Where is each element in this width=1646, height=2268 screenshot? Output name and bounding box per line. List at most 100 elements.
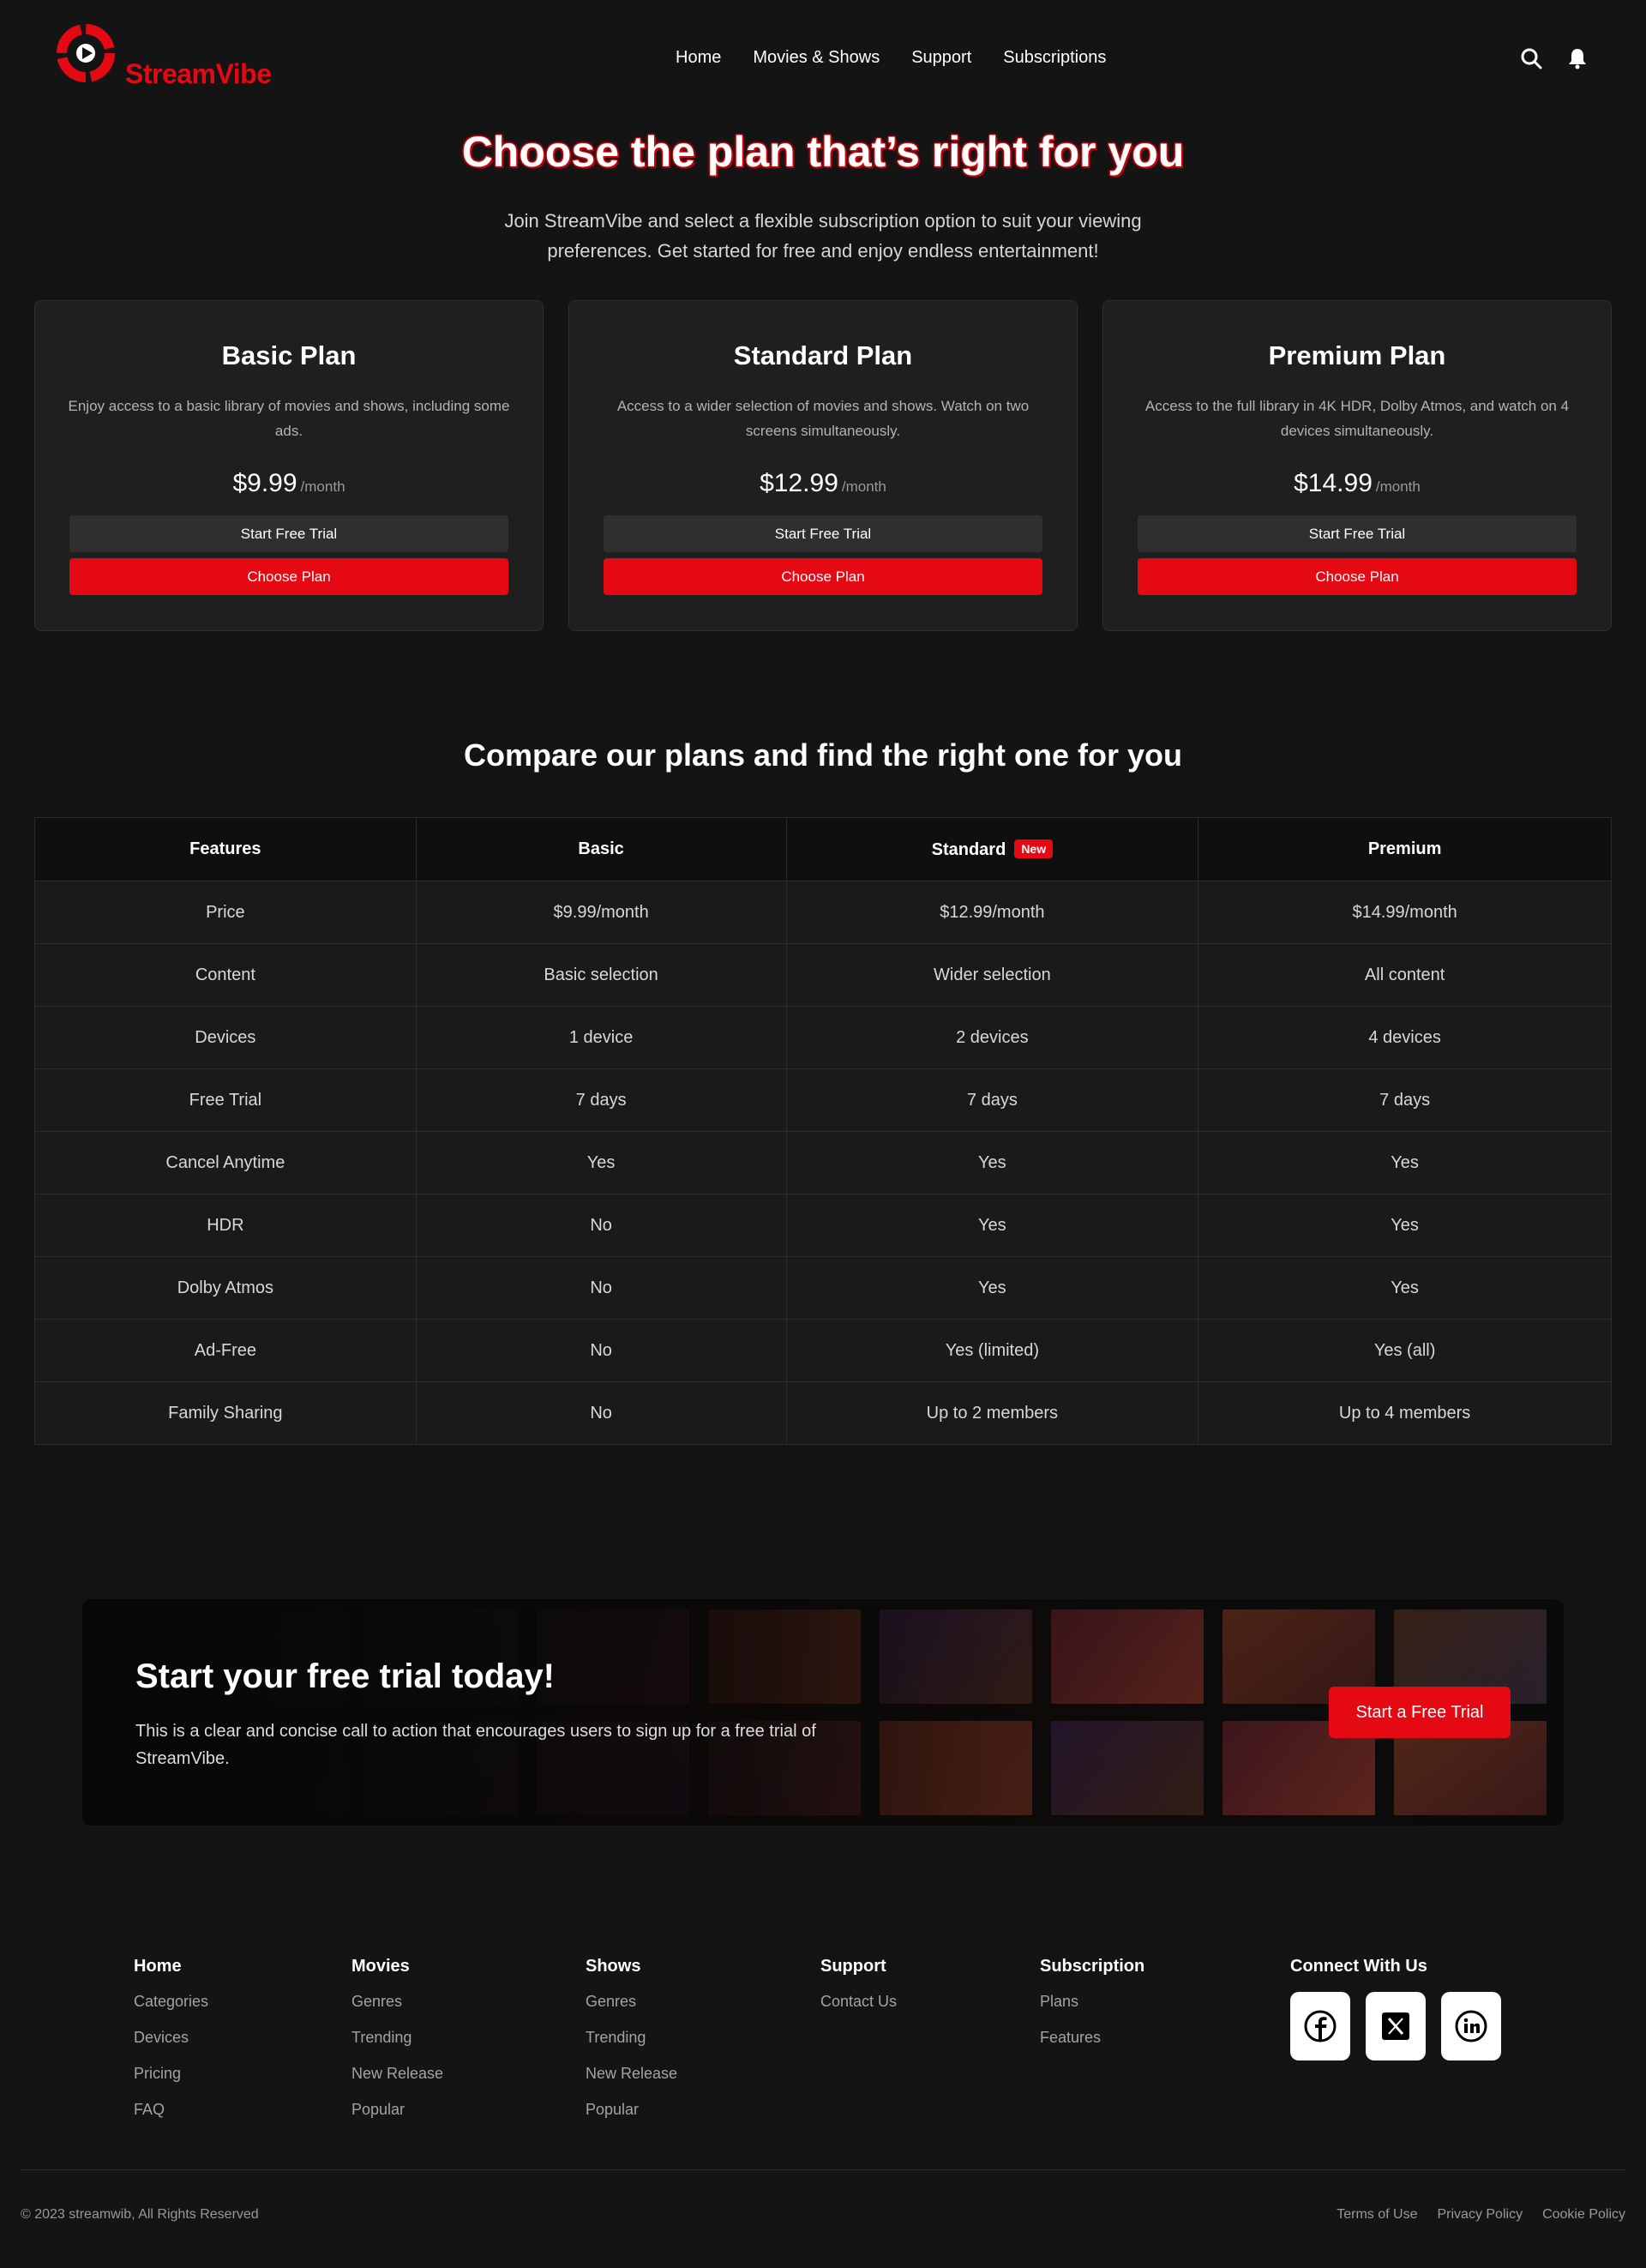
main-nav: Home Movies & Shows Support Subscription…	[676, 48, 1138, 68]
plan-value-cell: Yes	[785, 1131, 1199, 1194]
start-free-trial-cta-button[interactable]: Start a Free Trial	[1329, 1687, 1511, 1738]
plan-description: Enjoy access to a basic library of movie…	[68, 398, 510, 439]
plan-value-cell: Up to 2 members	[785, 1381, 1199, 1445]
price-amount: $12.99	[760, 469, 838, 497]
footer-link[interactable]: Categories	[134, 1992, 208, 2011]
header-actions	[1519, 46, 1589, 70]
table-row: HDR No Yes Yes	[34, 1194, 1612, 1257]
logo-text: StreamVibe	[125, 58, 272, 89]
plan-value-cell: Yes	[1198, 1131, 1612, 1194]
table-row: Price $9.99/month $12.99/month $14.99/month	[34, 881, 1612, 944]
plan-value-cell: No	[415, 1194, 787, 1257]
nav-home[interactable]: Home	[676, 48, 721, 68]
choose-plan-button[interactable]: Choose Plan	[69, 558, 508, 595]
start-free-trial-button[interactable]: Start Free Trial	[604, 515, 1042, 552]
plan-value-cell: No	[415, 1381, 787, 1445]
plan-value-cell: Yes (limited)	[785, 1319, 1199, 1382]
feature-name-cell: HDR	[34, 1194, 417, 1257]
choose-plan-button[interactable]: Choose Plan	[1138, 558, 1577, 595]
footer-link[interactable]: New Release	[586, 2064, 677, 2083]
price-period: /month	[300, 478, 345, 495]
plan-card-standard: Standard Plan Access to a wider selectio…	[568, 300, 1078, 631]
plan-name: Basic Plan	[221, 340, 357, 370]
footer-link[interactable]: Popular	[586, 2100, 677, 2119]
footer-link[interactable]: Trending	[351, 2028, 443, 2047]
header-basic: Basic	[415, 817, 787, 881]
plan-value-cell: Yes (all)	[1198, 1319, 1612, 1382]
linkedin-icon	[1455, 2010, 1487, 2042]
footer-link[interactable]: Devices	[134, 2028, 208, 2047]
table-row: Dolby Atmos No Yes Yes	[34, 1256, 1612, 1320]
header-standard-label: Standard	[931, 839, 1006, 859]
plan-value-cell: Wider selection	[785, 943, 1199, 1007]
plan-name: Standard Plan	[733, 340, 913, 370]
feature-name-cell: Devices	[34, 1006, 417, 1069]
price-amount: $9.99	[232, 469, 297, 497]
bell-icon[interactable]	[1565, 46, 1589, 70]
logo[interactable]: StreamVibe	[53, 21, 272, 89]
terms-link[interactable]: Terms of Use	[1337, 2207, 1417, 2223]
cookie-link[interactable]: Cookie Policy	[1542, 2207, 1625, 2223]
feature-name-cell: Price	[34, 881, 417, 944]
footer-link[interactable]: FAQ	[134, 2100, 208, 2119]
footer-col-support: Support Contact Us	[820, 1957, 897, 2028]
nav-support[interactable]: Support	[911, 48, 971, 68]
choose-plan-button[interactable]: Choose Plan	[604, 558, 1042, 595]
header-premium: Premium	[1198, 817, 1612, 881]
feature-name-cell: Free Trial	[34, 1068, 417, 1132]
table-row: Content Basic selection Wider selection All…	[34, 943, 1612, 1007]
facebook-button[interactable]	[1290, 1992, 1350, 2060]
footer-link[interactable]: New Release	[351, 2064, 443, 2083]
plan-value-cell: $9.99/month	[415, 881, 787, 944]
plan-cards: Basic Plan Enjoy access to a basic libra…	[34, 300, 1612, 631]
table-row: Ad-Free No Yes (limited) Yes (all)	[34, 1319, 1612, 1382]
page-title: Choose the plan that’s right for you	[461, 128, 1185, 176]
legal-links: Terms of Use Privacy Policy Cookie Polic…	[1337, 2207, 1625, 2223]
start-free-trial-button[interactable]: Start Free Trial	[69, 515, 508, 552]
footer-link[interactable]: Genres	[351, 1992, 443, 2011]
footer-link[interactable]: Features	[1040, 2028, 1144, 2047]
footer-link[interactable]: Trending	[586, 2028, 677, 2047]
footer-link[interactable]: Genres	[586, 1992, 677, 2011]
nav-subscriptions[interactable]: Subscriptions	[1003, 48, 1106, 68]
plan-value-cell: 7 days	[415, 1068, 787, 1132]
footer-link[interactable]: Pricing	[134, 2064, 208, 2083]
plan-value-cell: Yes	[785, 1256, 1199, 1320]
footer-link[interactable]: Contact Us	[820, 1992, 897, 2011]
new-badge: New	[1014, 839, 1054, 858]
price-period: /month	[841, 478, 886, 495]
footer-col-title[interactable]: Home	[134, 1957, 208, 1976]
footer-col-subscription: Subscription Plans Features	[1040, 1957, 1144, 2064]
compare-table-wrapper: Features Basic Standard New Premium Price…	[34, 817, 1612, 1445]
footer-divider	[21, 2169, 1625, 2170]
footer-link[interactable]: Popular	[351, 2100, 443, 2119]
privacy-link[interactable]: Privacy Policy	[1437, 2207, 1523, 2223]
table-row: Free Trial 7 days 7 days 7 days	[34, 1068, 1612, 1132]
cta-text: This is a clear and concise call to acti…	[135, 1722, 816, 1768]
price-amount: $14.99	[1294, 469, 1373, 497]
x-icon	[1382, 2012, 1409, 2040]
footer-col-movies: Movies Genres Trending New Release Popul…	[351, 1957, 443, 2136]
footer-col-home: Home Categories Devices Pricing FAQ	[134, 1957, 208, 2136]
plan-value-cell: No	[415, 1319, 787, 1382]
plan-value-cell: 7 days	[785, 1068, 1199, 1132]
footer-col-title[interactable]: Support	[820, 1957, 897, 1976]
feature-name-cell: Cancel Anytime	[34, 1131, 417, 1194]
linkedin-button[interactable]	[1441, 1992, 1501, 2060]
plan-price: $14.99/month	[1103, 469, 1611, 498]
start-free-trial-button[interactable]: Start Free Trial	[1138, 515, 1577, 552]
x-button[interactable]	[1366, 1992, 1426, 2060]
plan-value-cell: $12.99/month	[785, 881, 1199, 944]
footer-col-title[interactable]: Subscription	[1040, 1957, 1144, 1976]
footer-link[interactable]: Plans	[1040, 1992, 1144, 2011]
site-header: StreamVibe Home Movies & Shows Support S…	[0, 0, 1646, 120]
cta-title: Start your free trial today!	[135, 1657, 556, 1695]
plan-value-cell: $14.99/month	[1198, 881, 1612, 944]
plan-value-cell: Basic selection	[415, 943, 787, 1007]
footer-connect: Connect With Us	[1290, 1957, 1501, 2060]
footer-col-title[interactable]: Shows	[586, 1957, 677, 1976]
footer-col-title[interactable]: Movies	[351, 1957, 443, 1976]
plan-description: Access to a wider selection of movies an…	[616, 398, 1030, 439]
nav-movies-shows[interactable]: Movies & Shows	[753, 48, 880, 68]
search-icon[interactable]	[1519, 46, 1543, 70]
